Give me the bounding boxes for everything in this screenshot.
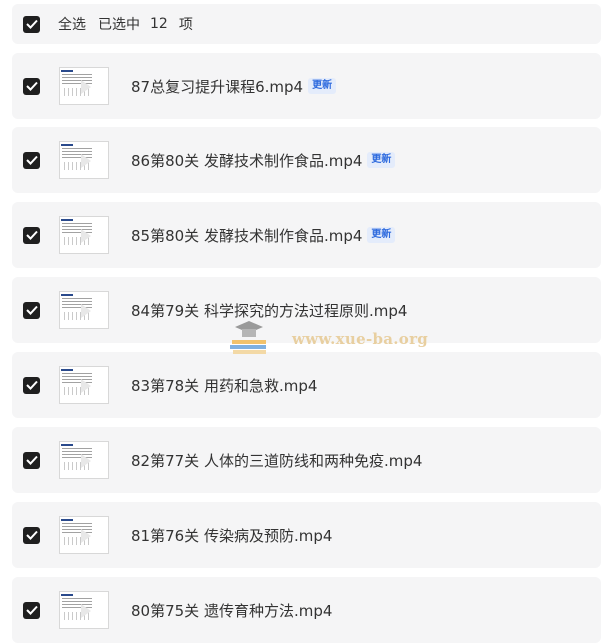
file-checkbox[interactable] bbox=[23, 601, 40, 619]
update-badge: 更新 bbox=[367, 227, 396, 243]
play-icon bbox=[81, 529, 91, 543]
file-name: 87总复习提升课程6.mp4 bbox=[131, 77, 304, 96]
video-thumbnail bbox=[59, 516, 109, 554]
selected-prefix: 已选中 bbox=[98, 17, 140, 33]
video-thumbnail bbox=[59, 216, 109, 254]
play-icon bbox=[81, 80, 91, 94]
video-thumbnail bbox=[59, 67, 109, 105]
select-all-checkbox[interactable] bbox=[23, 15, 40, 33]
file-name: 82第77关 人体的三道防线和两种免疫.mp4 bbox=[131, 451, 423, 470]
checkmark-icon bbox=[25, 380, 38, 390]
file-row[interactable]: 85第80关 发酵技术制作食品.mp4 更新 bbox=[12, 202, 601, 268]
video-thumbnail bbox=[59, 366, 109, 404]
checkmark-icon bbox=[25, 455, 38, 465]
video-thumbnail bbox=[59, 591, 109, 629]
checkmark-icon bbox=[25, 81, 38, 91]
play-icon bbox=[81, 454, 91, 468]
select-all-label[interactable]: 全选 bbox=[58, 14, 86, 34]
selected-unit: 项 bbox=[178, 17, 193, 33]
file-name: 81第76关 传染病及预防.mp4 bbox=[131, 526, 333, 545]
file-checkbox[interactable] bbox=[23, 226, 40, 244]
play-icon bbox=[81, 304, 91, 318]
file-checkbox[interactable] bbox=[23, 151, 40, 169]
file-name: 84第79关 科学探究的方法过程原则.mp4 bbox=[131, 301, 408, 320]
file-row[interactable]: 86第80关 发酵技术制作食品.mp4 更新 bbox=[12, 127, 601, 193]
file-name: 83第78关 用药和急救.mp4 bbox=[131, 376, 318, 395]
video-thumbnail bbox=[59, 291, 109, 329]
checkmark-icon bbox=[25, 19, 38, 29]
file-row[interactable]: 81第76关 传染病及预防.mp4 bbox=[12, 502, 601, 568]
checkmark-icon bbox=[25, 230, 38, 240]
file-name: 86第80关 发酵技术制作食品.mp4 bbox=[131, 151, 363, 170]
update-badge: 更新 bbox=[367, 152, 396, 168]
file-selection-list: 全选 已选中 12 项 87总复习提升课程6.mp4 更新 86第80关 发酵技术制… bbox=[0, 0, 603, 643]
play-icon bbox=[81, 154, 91, 168]
file-checkbox[interactable] bbox=[23, 301, 40, 319]
file-checkbox[interactable] bbox=[23, 526, 40, 544]
checkmark-icon bbox=[25, 605, 38, 615]
file-row[interactable]: 80第75关 遗传育种方法.mp4 bbox=[12, 577, 601, 643]
select-all-bar: 全选 已选中 12 项 bbox=[12, 4, 601, 44]
checkmark-icon bbox=[25, 305, 38, 315]
file-name: 85第80关 发酵技术制作食品.mp4 bbox=[131, 226, 363, 245]
file-checkbox[interactable] bbox=[23, 77, 40, 95]
file-checkbox[interactable] bbox=[23, 376, 40, 394]
video-thumbnail bbox=[59, 141, 109, 179]
checkmark-icon bbox=[25, 155, 38, 165]
file-row[interactable]: 84第79关 科学探究的方法过程原则.mp4 bbox=[12, 277, 601, 343]
file-row[interactable]: 83第78关 用药和急救.mp4 bbox=[12, 352, 601, 418]
selected-count: 12 bbox=[150, 16, 168, 32]
play-icon bbox=[81, 229, 91, 243]
video-thumbnail bbox=[59, 441, 109, 479]
play-icon bbox=[81, 379, 91, 393]
update-badge: 更新 bbox=[308, 78, 337, 94]
file-name: 80第75关 遗传育种方法.mp4 bbox=[131, 601, 333, 620]
checkmark-icon bbox=[25, 530, 38, 540]
play-icon bbox=[81, 604, 91, 618]
file-row[interactable]: 82第77关 人体的三道防线和两种免疫.mp4 bbox=[12, 427, 601, 493]
file-row[interactable]: 87总复习提升课程6.mp4 更新 bbox=[12, 53, 601, 119]
file-checkbox[interactable] bbox=[23, 451, 40, 469]
